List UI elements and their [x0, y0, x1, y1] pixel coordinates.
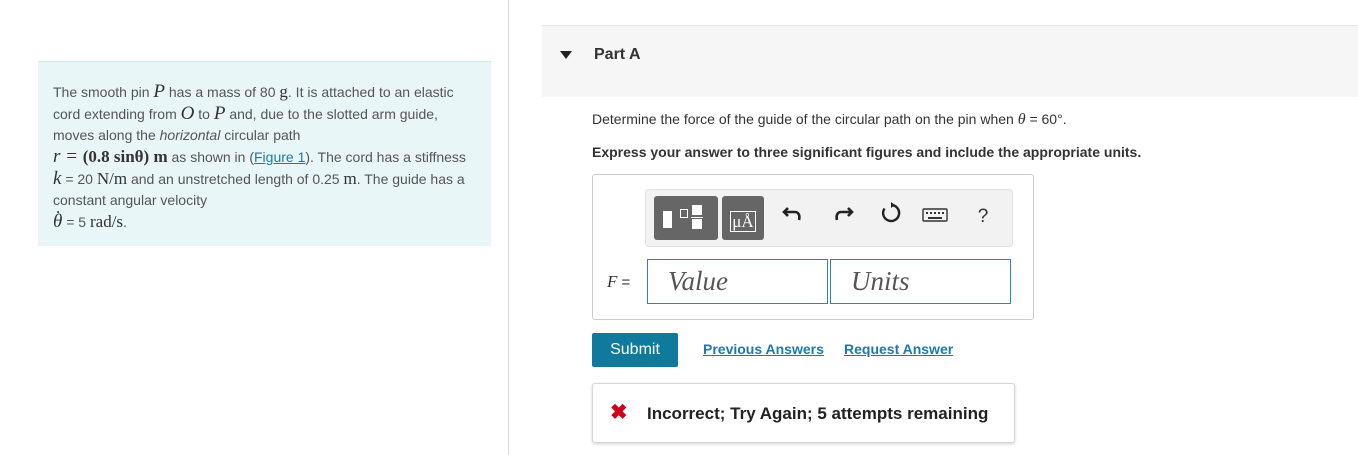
problem-text: and an unstretched length of 0.25	[127, 171, 344, 187]
equals-sign: =	[617, 274, 631, 291]
problem-text: circular path	[220, 127, 301, 143]
reset-icon[interactable]	[876, 202, 906, 232]
problem-text: .	[123, 214, 127, 230]
instruction-text: Express your answer to three significant…	[592, 144, 1142, 160]
units-button[interactable]: μÅ	[722, 196, 764, 240]
collapse-caret-icon[interactable]	[560, 51, 572, 59]
previous-answers-link[interactable]: Previous Answers	[703, 341, 824, 357]
incorrect-icon: ✖	[610, 401, 628, 424]
math-unit-m: m	[343, 169, 357, 188]
problem-text: = 5	[62, 214, 90, 230]
question-body: Determine the force of the guide of the …	[592, 111, 1018, 127]
math-f: F	[607, 272, 618, 291]
feedback-message: ✖ Incorrect; Try Again; 5 attempts remai…	[592, 383, 1015, 443]
math-r-expr: (0.8 sinθ) m	[82, 147, 168, 166]
math-p: P	[213, 103, 226, 124]
problem-emphasis: horizontal	[159, 127, 221, 143]
math-theta: θ	[1017, 111, 1026, 128]
problem-text: The smooth pin	[53, 84, 154, 100]
templates-icon[interactable]	[654, 196, 718, 240]
math-unit-k: N/m	[96, 169, 128, 188]
problem-text: has a mass of 80	[165, 84, 280, 100]
submit-button[interactable]: Submit	[592, 333, 678, 367]
column-divider	[508, 0, 509, 455]
answer-variable-label: F =	[607, 272, 630, 292]
answer-box: μÅ ? F =	[592, 174, 1034, 320]
math-r: r =	[53, 146, 83, 167]
math-unit-omega: rad/s	[89, 212, 124, 231]
question-tail: = 60°.	[1025, 111, 1067, 127]
problem-statement: The smooth pin P has a mass of 80 g. It …	[38, 61, 491, 246]
math-theta-dot: θ	[53, 197, 62, 232]
undo-icon[interactable]	[778, 202, 808, 232]
problem-text: as shown in (	[167, 149, 255, 165]
math-unit-g: g	[279, 82, 288, 101]
units-label: μÅ	[730, 211, 756, 232]
units-input[interactable]	[830, 259, 1011, 304]
part-header[interactable]: Part A	[542, 25, 1358, 97]
problem-text: = 20	[61, 171, 97, 187]
part-title: Part A	[594, 46, 641, 63]
keyboard-icon[interactable]	[920, 202, 950, 232]
math-o: O	[180, 103, 195, 124]
value-input[interactable]	[647, 259, 828, 304]
help-icon[interactable]: ?	[968, 202, 998, 232]
problem-text: ). The cord has a stiffness	[305, 149, 466, 165]
math-toolbar: μÅ ?	[645, 189, 1013, 247]
redo-icon[interactable]	[828, 202, 858, 232]
question-text: Determine the force of the guide of the …	[592, 111, 1067, 129]
figure-link[interactable]: Figure 1	[254, 149, 305, 165]
math-p: P	[153, 81, 165, 102]
request-answer-link[interactable]: Request Answer	[844, 341, 953, 357]
feedback-text: Incorrect; Try Again; 5 attempts remaini…	[647, 404, 989, 423]
problem-text: to	[194, 106, 214, 122]
